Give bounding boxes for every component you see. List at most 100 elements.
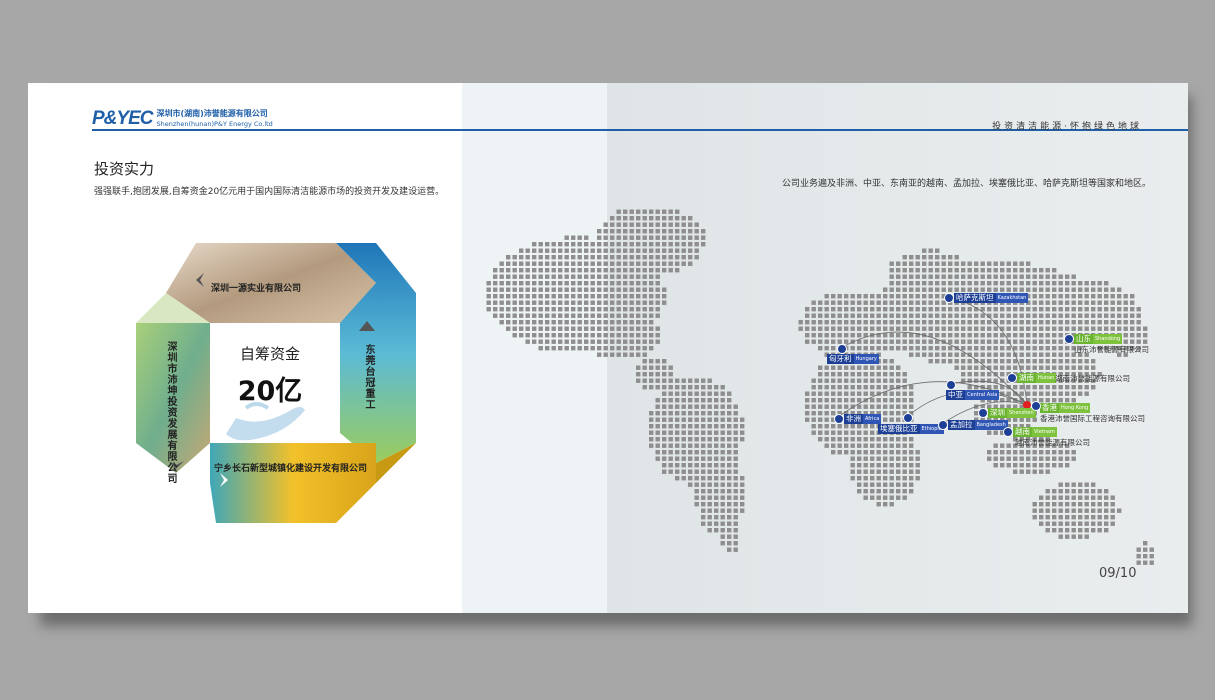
location-tag-hunan: 湖南 Hunan xyxy=(1017,373,1057,383)
map-dot xyxy=(655,255,660,260)
map-dot xyxy=(1013,365,1018,370)
map-dot xyxy=(850,398,855,403)
map-dot xyxy=(1032,313,1037,318)
map-dot xyxy=(1097,528,1102,533)
map-dot xyxy=(636,294,641,299)
map-dot xyxy=(909,281,914,286)
map-dot xyxy=(616,229,621,234)
map-dot xyxy=(889,339,894,344)
map-dot xyxy=(1045,359,1050,364)
map-dot xyxy=(1117,320,1122,325)
map-dot xyxy=(668,268,673,273)
map-dot xyxy=(584,339,589,344)
map-dot xyxy=(642,235,647,240)
map-dot xyxy=(883,463,888,468)
map-dot xyxy=(668,235,673,240)
map-dot xyxy=(720,489,725,494)
map-dot xyxy=(662,209,667,214)
map-dot xyxy=(1032,365,1037,370)
map-dot xyxy=(909,320,914,325)
map-dot xyxy=(1019,359,1024,364)
map-dot xyxy=(857,313,862,318)
map-dot xyxy=(961,313,966,318)
map-dot xyxy=(714,450,719,455)
map-dot xyxy=(642,229,647,234)
map-dot xyxy=(642,339,647,344)
map-dot xyxy=(1065,391,1070,396)
map-dot xyxy=(532,339,537,344)
map-dot xyxy=(909,398,914,403)
map-dot xyxy=(636,255,641,260)
map-dot xyxy=(532,287,537,292)
map-dot xyxy=(681,385,686,390)
map-dot xyxy=(883,502,888,507)
map-dot xyxy=(506,326,511,331)
map-dot xyxy=(1026,352,1031,357)
map-dot xyxy=(707,469,712,474)
map-dot xyxy=(1000,443,1005,448)
map-dot xyxy=(876,404,881,409)
map-dot xyxy=(1013,346,1018,351)
map-dot xyxy=(701,437,706,442)
map-dot xyxy=(590,255,595,260)
map-dot xyxy=(649,307,654,312)
map-dot xyxy=(1065,502,1070,507)
map-dot xyxy=(688,411,693,416)
map-dot xyxy=(1058,456,1063,461)
map-dot xyxy=(551,333,556,338)
map-dot xyxy=(532,268,537,273)
map-dot xyxy=(571,307,576,312)
map-dot xyxy=(493,307,498,312)
map-dot xyxy=(727,430,732,435)
map-dot xyxy=(876,385,881,390)
map-dot xyxy=(863,443,868,448)
map-dot xyxy=(883,365,888,370)
map-dot xyxy=(629,229,634,234)
map-dot xyxy=(532,261,537,266)
map-dot xyxy=(870,404,875,409)
map-dot xyxy=(1104,281,1109,286)
map-dot xyxy=(1000,281,1005,286)
map-dot xyxy=(896,417,901,422)
map-dot xyxy=(870,482,875,487)
map-dot xyxy=(655,281,660,286)
map-dot xyxy=(870,385,875,390)
map-dot xyxy=(1065,274,1070,279)
map-dot xyxy=(1045,287,1050,292)
map-dot xyxy=(590,248,595,253)
map-dot xyxy=(1006,313,1011,318)
map-dot xyxy=(1058,534,1063,539)
map-dot xyxy=(668,261,673,266)
map-dot xyxy=(603,326,608,331)
map-dot xyxy=(1013,281,1018,286)
map-dot xyxy=(883,469,888,474)
map-dot xyxy=(545,320,550,325)
map-dot xyxy=(694,398,699,403)
map-dot xyxy=(720,541,725,546)
map-dot xyxy=(915,463,920,468)
map-dot xyxy=(564,235,569,240)
map-dot xyxy=(1045,281,1050,286)
map-dot xyxy=(636,248,641,253)
map-dot xyxy=(1026,417,1031,422)
map-dot xyxy=(811,339,816,344)
map-dot xyxy=(668,385,673,390)
map-dot xyxy=(714,482,719,487)
map-dot xyxy=(928,307,933,312)
map-dot xyxy=(1026,313,1031,318)
map-dot xyxy=(642,346,647,351)
map-dot xyxy=(707,443,712,448)
map-dot xyxy=(1071,489,1076,494)
map-dot xyxy=(1091,508,1096,513)
map-dot xyxy=(688,469,693,474)
map-dot xyxy=(837,424,842,429)
location-tag-shandong: 山东 Shandong xyxy=(1074,334,1123,344)
map-dot xyxy=(571,287,576,292)
map-dot xyxy=(831,424,836,429)
map-dot xyxy=(980,346,985,351)
map-dot xyxy=(941,274,946,279)
map-dot xyxy=(662,385,667,390)
map-dot xyxy=(961,274,966,279)
map-dot xyxy=(844,307,849,312)
map-dot xyxy=(694,222,699,227)
